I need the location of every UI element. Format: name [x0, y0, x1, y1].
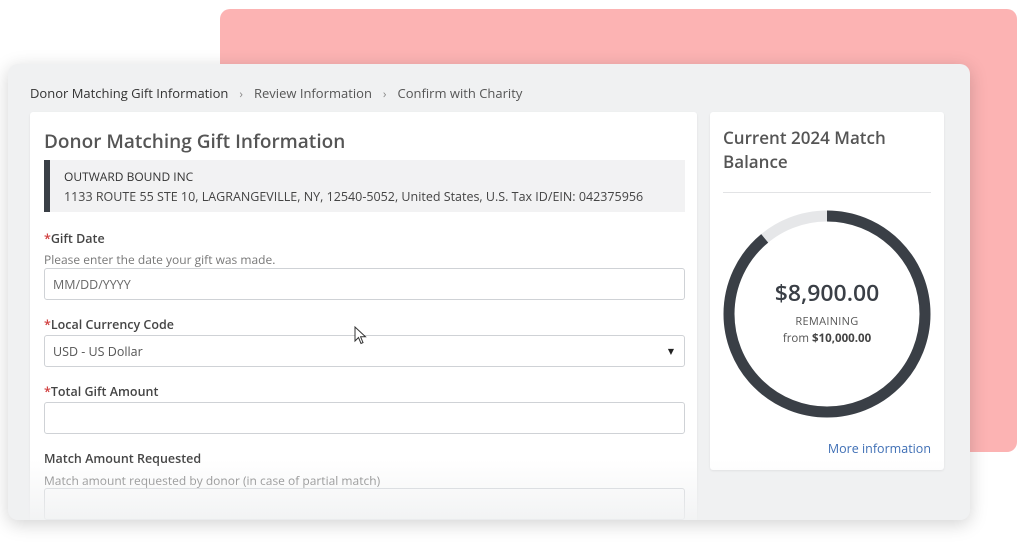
organization-info: OUTWARD BOUND INC 1133 ROUTE 55 STE 10, …: [44, 160, 685, 212]
gift-date-input[interactable]: [44, 268, 685, 300]
mouse-pointer-icon: [354, 326, 367, 345]
donut-center: $8,900.00 REMAINING from $10,000.00: [721, 208, 933, 420]
breadcrumb-step-donor-info[interactable]: Donor Matching Gift Information: [30, 84, 228, 102]
gift-date-help: Please enter the date your gift was made…: [44, 251, 276, 268]
organization-name: OUTWARD BOUND INC: [64, 168, 194, 185]
organization-address: 1133 ROUTE 55 STE 10, LAGRANGEVILLE, NY,…: [64, 188, 644, 205]
match-amount-label: Match Amount Requested: [44, 450, 202, 467]
gift-date-label: *Gift Date: [44, 230, 105, 247]
currency-select-value: USD - US Dollar: [53, 342, 143, 360]
breadcrumb-step-confirm[interactable]: Confirm with Charity: [398, 84, 523, 102]
page-title: Donor Matching Gift Information: [44, 128, 346, 154]
total-balance: from $10,000.00: [782, 331, 872, 346]
required-mark: *: [44, 230, 51, 247]
match-balance-card: Current 2024 Match Balance $8,900.00 REM…: [710, 112, 944, 470]
more-information-link[interactable]: More information: [828, 440, 931, 457]
remaining-label: REMAINING: [795, 314, 859, 329]
caret-down-icon: ▼: [667, 345, 674, 357]
required-mark: *: [44, 316, 51, 333]
matching-gift-form: Donor Matching Gift Information OUTWARD …: [30, 112, 697, 520]
chevron-right-icon: ›: [382, 84, 387, 102]
currency-label: *Local Currency Code: [44, 316, 174, 333]
required-mark: *: [44, 383, 51, 400]
divider: [723, 192, 931, 193]
remaining-amount: $8,900.00: [774, 276, 880, 308]
match-amount-input[interactable]: [44, 488, 685, 520]
total-amount-label: *Total Gift Amount: [44, 383, 159, 400]
total-amount-input[interactable]: [44, 402, 685, 434]
chevron-right-icon: ›: [239, 84, 243, 102]
match-amount-help: Match amount requested by donor (in case…: [44, 472, 381, 489]
app-window: Donor Matching Gift Information › Review…: [8, 64, 970, 520]
balance-title: Current 2024 Match Balance: [723, 126, 886, 173]
breadcrumb-step-review[interactable]: Review Information: [254, 84, 372, 102]
breadcrumb: Donor Matching Gift Information › Review…: [30, 84, 522, 102]
